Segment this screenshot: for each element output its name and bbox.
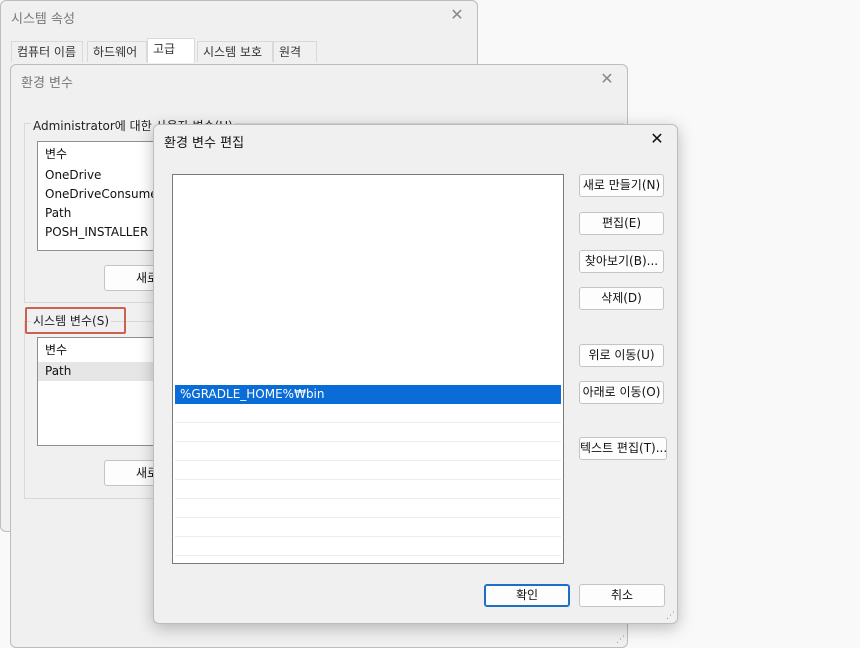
cancel-button[interactable]: 취소 (579, 584, 665, 607)
close-icon[interactable]: ✕ (647, 129, 667, 149)
system-properties-titlebar[interactable]: 시스템 속성 ✕ (1, 1, 477, 31)
tab-advanced[interactable]: 고급 (147, 38, 195, 63)
edit-text-button[interactable]: 텍스트 편집(T)... (579, 437, 667, 460)
path-entry-selected[interactable]: %GRADLE_HOME%₩bin (175, 385, 561, 404)
resize-grip-icon[interactable]: ⋰ (666, 612, 675, 621)
edit-dialog-titlebar[interactable]: 환경 변수 편집 ✕ (154, 125, 677, 155)
resize-grip-icon[interactable]: ⋰ (616, 636, 625, 645)
delete-button[interactable]: 삭제(D) (579, 287, 664, 310)
tab-remote[interactable]: 원격 (273, 41, 317, 62)
new-button[interactable]: 새로 만들기(N) (579, 174, 664, 197)
path-entry-empty[interactable] (175, 499, 561, 518)
path-entry-empty[interactable] (175, 442, 561, 461)
move-down-button[interactable]: 아래로 이동(O) (579, 381, 664, 404)
system-properties-title: 시스템 속성 (11, 12, 75, 27)
environment-variables-title: 환경 변수 (21, 76, 73, 91)
path-entry-empty[interactable] (175, 537, 561, 556)
edit-button[interactable]: 편집(E) (579, 212, 664, 235)
move-up-button[interactable]: 위로 이동(U) (579, 344, 664, 367)
close-icon[interactable]: ✕ (447, 5, 467, 25)
path-entry-empty[interactable] (175, 518, 561, 537)
path-entry-text: %GRADLE_HOME%₩bin (180, 387, 325, 401)
path-entry-empty[interactable] (175, 423, 561, 442)
tab-computer-name[interactable]: 컴퓨터 이름 (11, 41, 83, 62)
edit-dialog-title: 환경 변수 편집 (164, 136, 245, 151)
path-entry-empty[interactable] (175, 480, 561, 499)
tab-hardware[interactable]: 하드웨어 (87, 41, 147, 62)
ok-button[interactable]: 확인 (484, 584, 570, 607)
edit-environment-variable-dialog: 환경 변수 편집 ✕ %GRADLE_HOME%₩bin 새로 만들기(N) 편… (153, 124, 678, 624)
browse-button[interactable]: 찾아보기(B)... (579, 250, 664, 273)
path-entries-list[interactable]: %GRADLE_HOME%₩bin (172, 174, 564, 564)
path-entry-empty[interactable] (175, 404, 561, 423)
close-icon[interactable]: ✕ (597, 69, 617, 89)
tab-system-protection[interactable]: 시스템 보호 (197, 41, 273, 62)
path-entry-empty[interactable] (175, 461, 561, 480)
environment-variables-titlebar[interactable]: 환경 변수 ✕ (11, 65, 627, 95)
system-variables-label: 시스템 변수(S) (31, 312, 111, 329)
